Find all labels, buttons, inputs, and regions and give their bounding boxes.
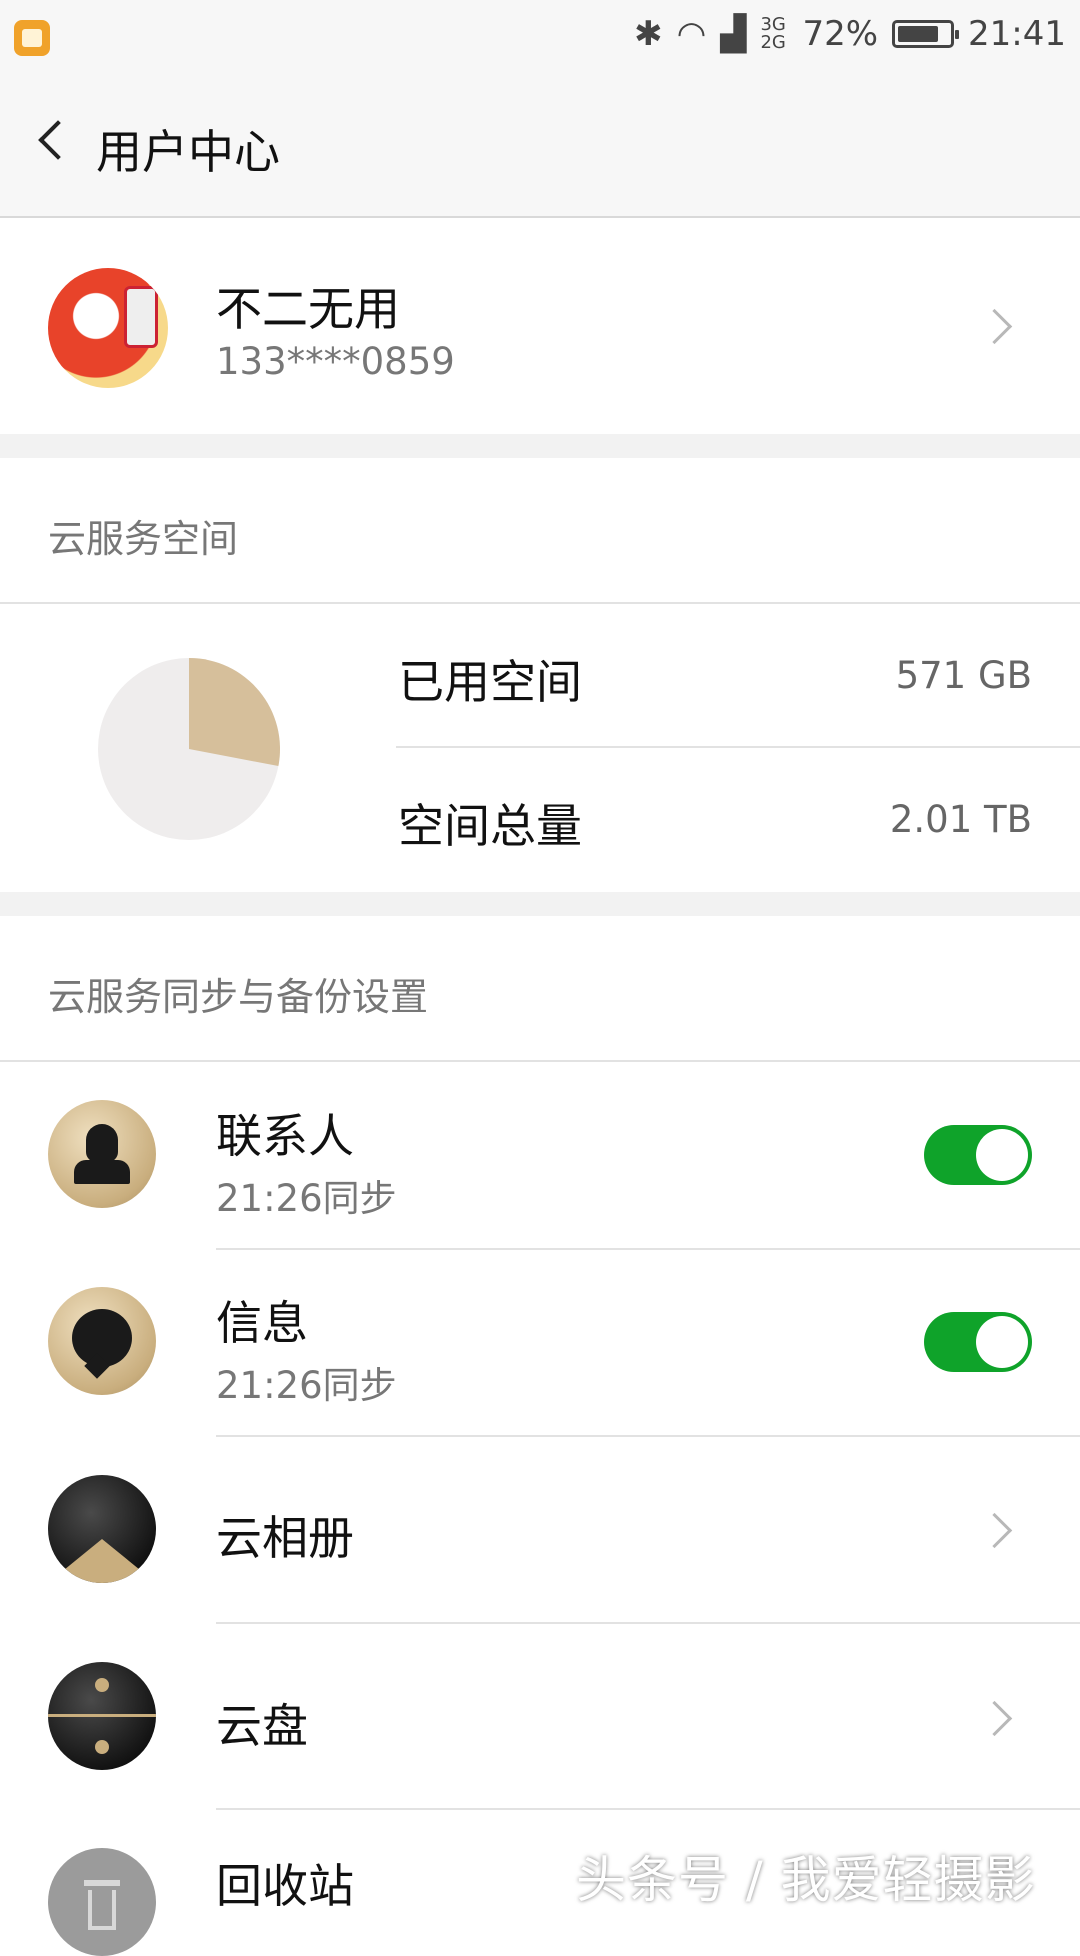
messages-sync-toggle[interactable] — [924, 1312, 1032, 1372]
section-title-sync: 云服务同步与备份设置 — [48, 975, 429, 1019]
signal-icon: ▟ — [720, 14, 747, 54]
sync-item-label: 信息 — [216, 1296, 308, 1350]
network-type: 3G 2G — [760, 14, 786, 53]
total-space-value: 2.01 TB — [889, 798, 1032, 841]
divider — [216, 1808, 1080, 1810]
battery-percent: 72% — [802, 14, 879, 54]
section-gap — [0, 434, 1080, 458]
sync-item-time: 21:26同步 — [216, 1177, 397, 1220]
wifi-icon: ◠ — [676, 14, 707, 54]
divider — [0, 1060, 1080, 1062]
divider — [216, 1622, 1080, 1624]
page-title: 用户中心 — [96, 125, 280, 179]
user-name: 不二无用 — [216, 282, 400, 336]
battery-icon — [892, 20, 960, 48]
storage-pie-chart — [98, 658, 280, 840]
chevron-right-icon — [976, 1700, 1013, 1737]
sync-item-time: 21:26同步 — [216, 1364, 397, 1407]
total-space-label: 空间总量 — [398, 799, 582, 853]
sync-item-label: 联系人 — [216, 1109, 354, 1163]
section-title-cloud-space: 云服务空间 — [48, 517, 239, 561]
watermark: 头条号 / 我爱轻摄影 — [576, 1851, 1036, 1909]
clock: 21:41 — [968, 14, 1066, 54]
sync-item-label: 回收站 — [216, 1859, 354, 1913]
section-gap — [0, 892, 1080, 916]
title-bar: 用户中心 — [0, 78, 1080, 218]
pie-used-slice — [189, 658, 280, 767]
used-space-label: 已用空间 — [398, 655, 582, 709]
contacts-icon — [48, 1100, 156, 1208]
messages-icon — [48, 1287, 156, 1395]
used-space-value: 571 GB — [895, 654, 1032, 697]
chevron-right-icon — [976, 1512, 1013, 1549]
divider — [216, 1435, 1080, 1437]
sync-item-label: 云盘 — [216, 1699, 308, 1753]
cloud-drive-icon — [48, 1662, 156, 1770]
cloud-album-icon — [48, 1475, 156, 1583]
bluetooth-icon: ✱ — [634, 14, 663, 54]
profile-row[interactable]: 不二无用 133****0859 — [0, 218, 1080, 434]
user-phone: 133****0859 — [216, 340, 455, 383]
chevron-right-icon — [976, 308, 1013, 345]
status-bar: ✱ ◠ ▟ 3G 2G 72% 21:41 — [0, 0, 1080, 78]
divider — [396, 746, 1080, 748]
avatar — [48, 268, 168, 388]
contacts-sync-toggle[interactable] — [924, 1125, 1032, 1185]
status-right: ✱ ◠ ▟ 3G 2G 72% 21:41 — [634, 14, 1066, 54]
back-arrow-icon[interactable] — [38, 120, 78, 160]
divider — [216, 1248, 1080, 1250]
sync-item-label: 云相册 — [216, 1511, 354, 1565]
recycle-bin-icon — [48, 1848, 156, 1956]
notification-app-icon — [14, 20, 50, 56]
divider — [0, 602, 1080, 604]
